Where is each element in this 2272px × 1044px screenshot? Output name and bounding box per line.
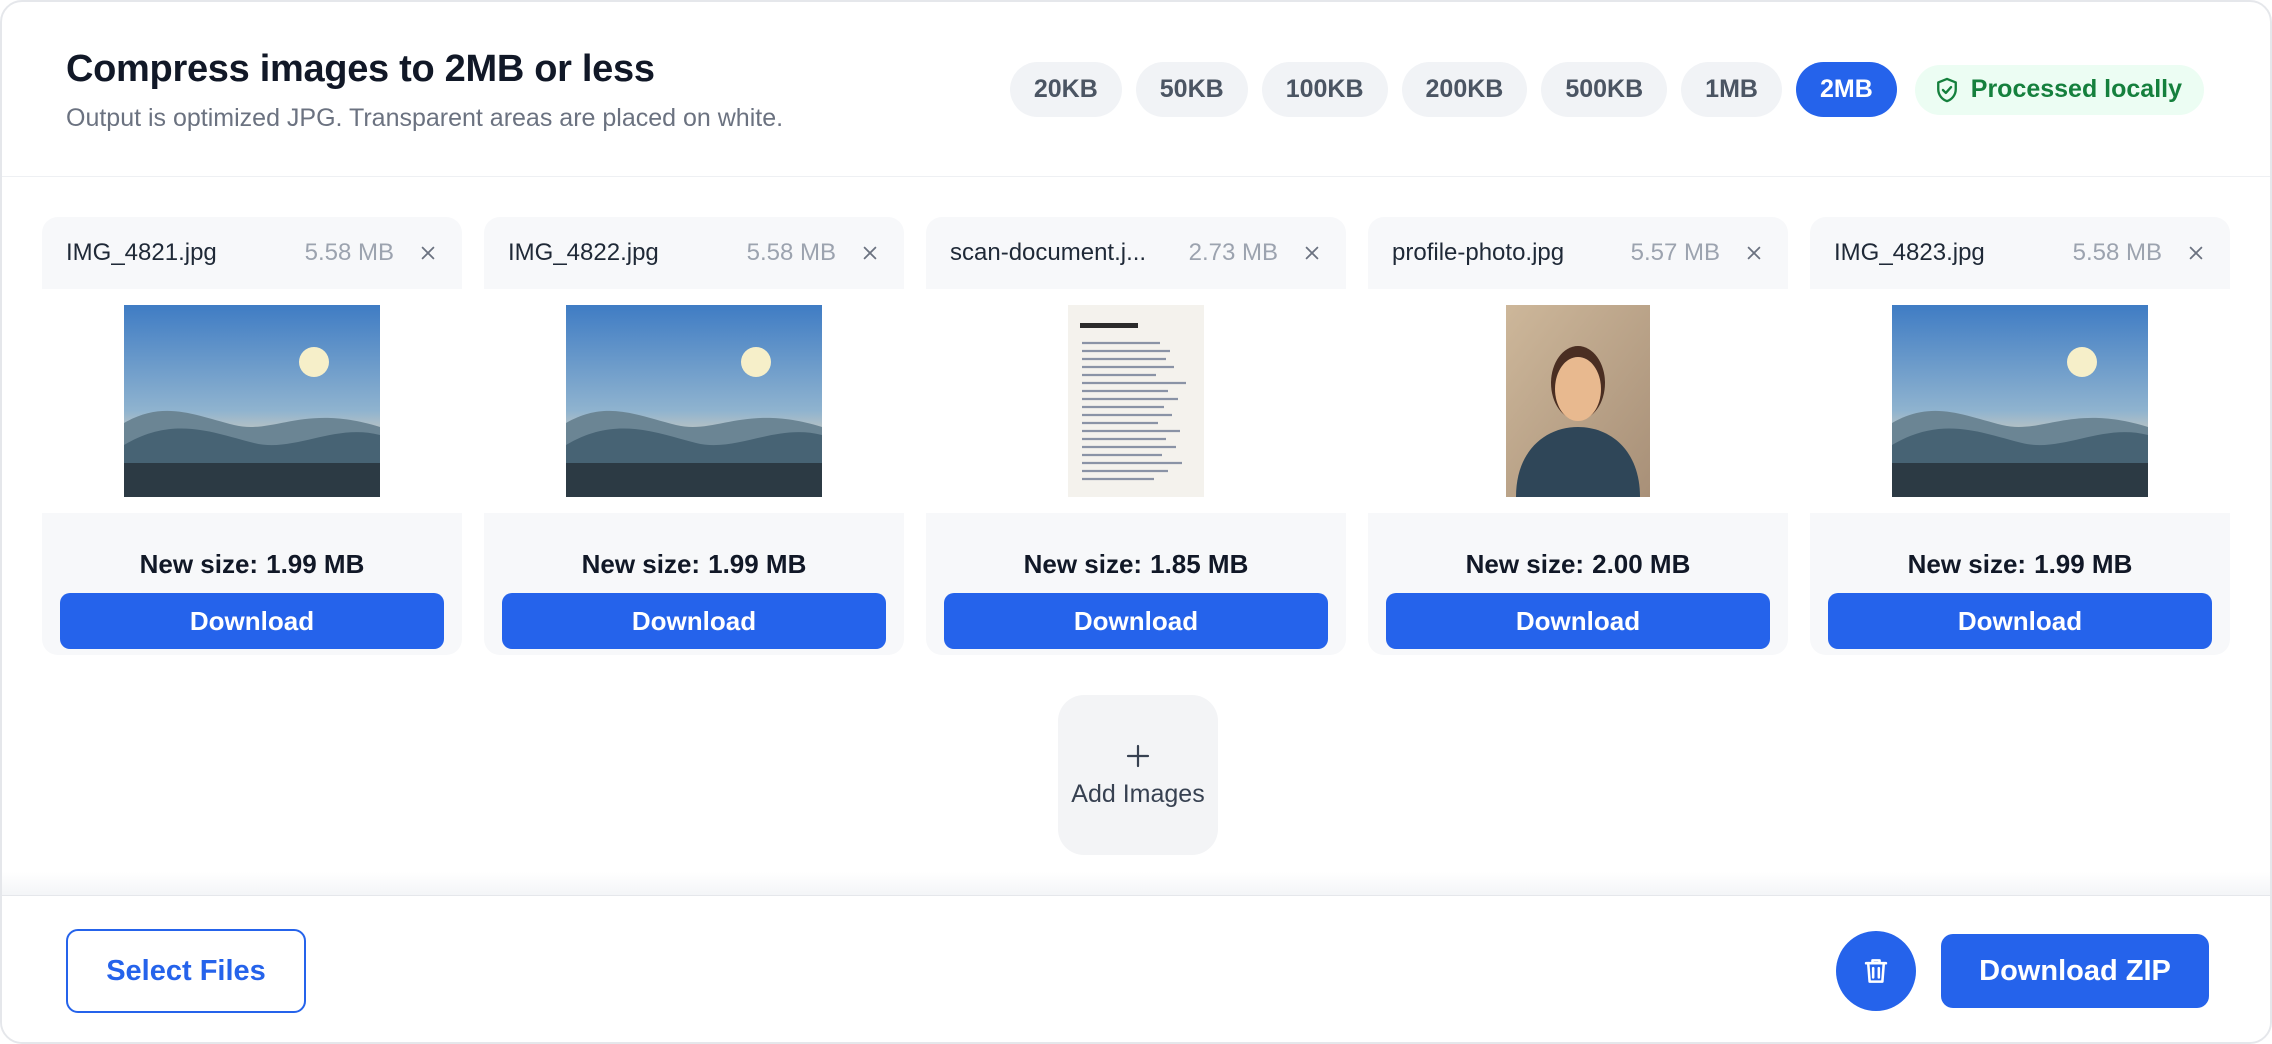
page-title: Compress images to 2MB or less <box>66 48 655 90</box>
preset-50kb[interactable]: 50KB <box>1135 62 1248 117</box>
file-original-size: 2.73 MB <box>1188 239 1278 266</box>
file-name: scan-document.j... <box>950 239 1147 266</box>
image-thumbnail <box>1506 305 1650 497</box>
file-name: IMG_4823.jpg <box>1834 239 1985 266</box>
processed-locally-badge: Processed locally <box>1914 64 2204 115</box>
file-card: IMG_4821.jpg 5.58 MB New size: 1.99 MB D… <box>42 217 462 655</box>
file-original-size: 5.58 MB <box>304 239 394 266</box>
download-button[interactable]: Download <box>1386 593 1770 649</box>
file-name: IMG_4822.jpg <box>508 239 659 266</box>
download-button[interactable]: Download <box>944 593 1328 649</box>
clear-all-button[interactable] <box>1836 931 1916 1011</box>
new-size: New size: 1.99 MB <box>581 549 807 579</box>
remove-file-close-icon[interactable] <box>1744 243 1764 263</box>
file-card-footer: New size: 1.99 MB Download <box>1810 513 2230 655</box>
preset-2mb[interactable]: 2MB <box>1795 62 1897 117</box>
remove-file-close-icon[interactable] <box>418 243 438 263</box>
image-thumbnail <box>1068 305 1204 497</box>
file-card-header: IMG_4821.jpg 5.58 MB <box>42 217 462 289</box>
file-card: profile-photo.jpg 5.57 MB New size: 2.00 … <box>1368 217 1788 655</box>
preset-20kb[interactable]: 20KB <box>1009 62 1122 117</box>
new-size: New size: 2.00 MB <box>1465 549 1691 579</box>
file-card: IMG_4822.jpg 5.58 MB New size: 1.99 MB D… <box>484 217 904 655</box>
file-cards: IMG_4821.jpg 5.58 MB New size: 1.99 MB D… <box>42 217 2232 655</box>
file-name: profile-photo.jpg <box>1392 239 1565 266</box>
file-card-header: profile-photo.jpg 5.57 MB <box>1368 217 1788 289</box>
file-card-footer: New size: 1.99 MB Download <box>484 513 904 655</box>
file-original-size: 5.58 MB <box>2072 239 2162 266</box>
preset-500kb[interactable]: 500KB <box>1541 62 1668 117</box>
processed-locally-label: Processed locally <box>1970 75 2182 103</box>
image-thumbnail <box>124 305 380 497</box>
remove-file-close-icon[interactable] <box>1302 243 1322 263</box>
remove-file-close-icon[interactable] <box>2186 243 2206 263</box>
trash-icon <box>1864 959 1888 983</box>
file-card-footer: New size: 1.85 MB Download <box>926 513 1346 655</box>
image-thumbnail <box>1892 305 2148 497</box>
image-thumbnail <box>566 305 822 497</box>
add-images-button[interactable]: Add Images <box>1058 695 1218 855</box>
remove-file-close-icon[interactable] <box>860 243 880 263</box>
page-subtitle: Output is optimized JPG. Transparent are… <box>66 104 784 132</box>
file-original-size: 5.58 MB <box>746 239 836 266</box>
new-size: New size: 1.99 MB <box>139 549 365 579</box>
file-card: IMG_4823.jpg 5.58 MB New size: 1.99 MB D… <box>1810 217 2230 655</box>
file-card-header: scan-document.j... 2.73 MB <box>926 217 1346 289</box>
header: Compress images to 2MB or less Output is… <box>2 2 2270 177</box>
new-size: New size: 1.99 MB <box>1907 549 2133 579</box>
download-button[interactable]: Download <box>1828 593 2212 649</box>
footer-shadow <box>2 872 2270 896</box>
new-size: New size: 1.85 MB <box>1023 549 1249 579</box>
file-name: IMG_4821.jpg <box>66 239 217 266</box>
preset-1mb[interactable]: 1MB <box>1681 62 1782 117</box>
download-zip-button[interactable]: Download ZIP <box>1941 934 2209 1008</box>
size-presets: 20KB 50KB 100KB 200KB 500KB 1MB 2MB Proc… <box>1009 62 2204 117</box>
download-button[interactable]: Download <box>502 593 886 649</box>
file-original-size: 5.57 MB <box>1630 239 1720 266</box>
select-files-button[interactable]: Select Files <box>66 929 306 1013</box>
plus-icon <box>1126 744 1150 767</box>
preset-200kb[interactable]: 200KB <box>1401 62 1528 117</box>
add-images-label: Add Images <box>1071 779 1205 808</box>
file-card-header: IMG_4822.jpg 5.58 MB <box>484 217 904 289</box>
preset-100kb[interactable]: 100KB <box>1261 62 1388 117</box>
compressor-panel: Compress images to 2MB or less Output is… <box>0 0 2272 1044</box>
download-button[interactable]: Download <box>60 593 444 649</box>
file-card-footer: New size: 2.00 MB Download <box>1368 513 1788 655</box>
file-card-footer: New size: 1.99 MB Download <box>42 513 462 655</box>
shield-check-icon <box>1936 77 1957 102</box>
file-card-header: IMG_4823.jpg 5.58 MB <box>1810 217 2230 289</box>
file-card: scan-document.j... 2.73 MB New size: 1.8… <box>926 217 1346 655</box>
footer-bar: Select Files Download ZIP <box>2 895 2270 1042</box>
